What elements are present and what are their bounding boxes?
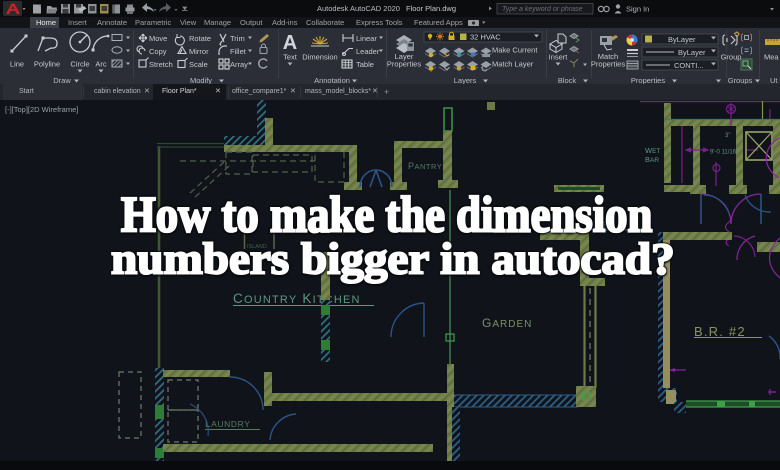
svg-text:Linear: Linear [356,34,377,43]
svg-text:Autodesk AutoCAD 2020: Autodesk AutoCAD 2020 [317,4,400,13]
svg-text:Arc: Arc [95,60,107,69]
svg-text:Match Layer: Match Layer [492,60,534,69]
svg-text:Stretch: Stretch [149,60,173,69]
svg-text:Leader: Leader [356,47,380,56]
svg-text:Fillet: Fillet [230,47,247,56]
svg-text:ByLayer: ByLayer [668,35,696,44]
svg-text:Type a keyword or phrase: Type a keyword or phrase [502,6,583,13]
svg-text:Block: Block [558,76,577,84]
svg-text:32 HVAC: 32 HVAC [470,33,501,42]
svg-text:ByLayer: ByLayer [678,48,706,57]
svg-text:Ut: Ut [770,76,778,84]
svg-text:ISLAND: ISLAND [247,244,267,250]
svg-text:BAR: BAR [645,155,659,164]
svg-text:WET: WET [645,146,660,155]
svg-text:Group: Group [721,53,742,62]
svg-text:[-][Top][2D Wireframe]: [-][Top][2D Wireframe] [5,105,78,114]
svg-text:Text: Text [283,53,298,62]
svg-text:Rotate: Rotate [189,34,211,43]
svg-text:Scale: Scale [189,60,208,69]
svg-text:Circle: Circle [70,60,89,69]
svg-text:Trim: Trim [230,34,245,43]
svg-text:Copy: Copy [149,47,167,56]
svg-text:9'-0 11/16": 9'-0 11/16" [710,150,738,156]
svg-text:EN.R.: EN.R. [603,221,627,230]
svg-text:Floor Plan.dwg: Floor Plan.dwg [406,4,456,13]
svg-text:Insert: Insert [549,53,569,62]
svg-text:Annotation: Annotation [314,76,350,84]
svg-text:CONTI...: CONTI... [674,61,704,70]
svg-text:Properties: Properties [387,60,421,69]
svg-text:COUNTRY KITCHEN: COUNTRY KITCHEN [233,291,361,306]
svg-text:A: A [283,32,297,54]
svg-text:Dimension: Dimension [302,53,337,62]
svg-text:Array: Array [230,60,248,69]
svg-text:Draw: Draw [53,76,71,84]
svg-text:Layers: Layers [454,76,477,84]
svg-text:Make Current: Make Current [492,46,538,55]
svg-text:Move: Move [149,34,167,43]
svg-text:Polyline: Polyline [34,60,60,69]
svg-text:Sign In: Sign In [626,5,649,14]
svg-text:GARDEN: GARDEN [482,316,532,330]
svg-text:Line: Line [10,60,24,69]
svg-text:Properties: Properties [631,76,665,84]
svg-text:PANTRY: PANTRY [408,161,442,171]
svg-text:Table: Table [356,60,374,69]
svg-text:3": 3" [725,133,730,139]
svg-text:LAUNDRY: LAUNDRY [205,419,251,430]
svg-text:B.R. #2: B.R. #2 [694,324,746,339]
svg-text:Mea: Mea [764,53,779,62]
svg-text:Modify: Modify [190,76,212,84]
svg-text:Properties: Properties [591,60,625,69]
svg-text:Mirror: Mirror [189,47,209,56]
svg-text:Groups: Groups [728,76,753,84]
